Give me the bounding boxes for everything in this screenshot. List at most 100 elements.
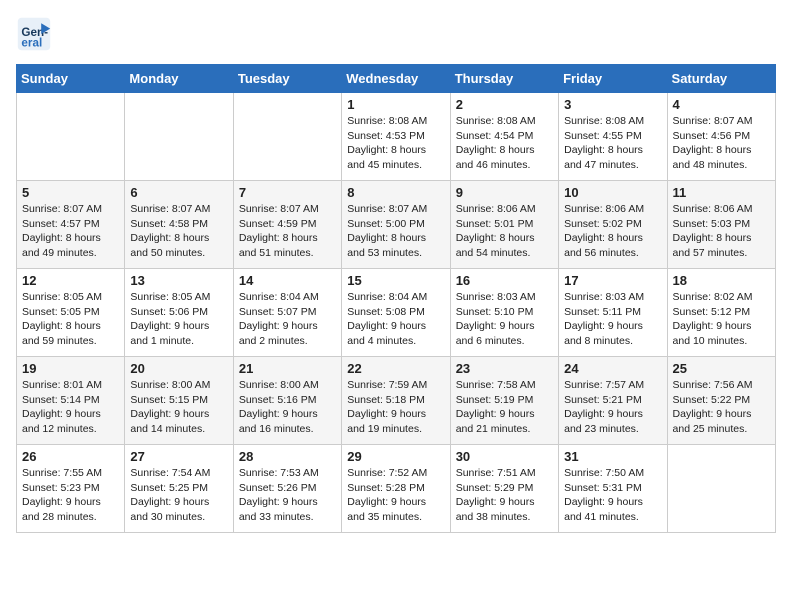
- day-info: Sunrise: 7:53 AM Sunset: 5:26 PM Dayligh…: [239, 466, 336, 525]
- day-info: Sunrise: 7:50 AM Sunset: 5:31 PM Dayligh…: [564, 466, 661, 525]
- calendar-cell: 26 Sunrise: 7:55 AM Sunset: 5:23 PM Dayli…: [17, 445, 125, 533]
- calendar-cell: 11 Sunrise: 8:06 AM Sunset: 5:03 PM Dayli…: [667, 181, 775, 269]
- day-info: Sunrise: 8:05 AM Sunset: 5:05 PM Dayligh…: [22, 290, 119, 349]
- calendar-cell: 27 Sunrise: 7:54 AM Sunset: 5:25 PM Dayli…: [125, 445, 233, 533]
- day-number: 21: [239, 361, 336, 376]
- weekday-header-row: SundayMondayTuesdayWednesdayThursdayFrid…: [17, 65, 776, 93]
- calendar-cell: 12 Sunrise: 8:05 AM Sunset: 5:05 PM Dayli…: [17, 269, 125, 357]
- calendar-cell: [233, 93, 341, 181]
- calendar-cell: 14Sunrise: 8:04 AM Sunset: 5:07 PM Dayli…: [233, 269, 341, 357]
- calendar-cell: 17 Sunrise: 8:03 AM Sunset: 5:11 PM Dayli…: [559, 269, 667, 357]
- day-info: Sunrise: 8:07 AM Sunset: 4:57 PM Dayligh…: [22, 202, 119, 261]
- calendar-cell: 19 Sunrise: 8:01 AM Sunset: 5:14 PM Dayli…: [17, 357, 125, 445]
- day-number: 27: [130, 449, 227, 464]
- day-number: 7: [239, 185, 336, 200]
- day-info: Sunrise: 8:04 AM Sunset: 5:07 PM Dayligh…: [239, 290, 336, 349]
- day-info: Sunrise: 8:08 AM Sunset: 4:54 PM Dayligh…: [456, 114, 553, 173]
- day-number: 17: [564, 273, 661, 288]
- calendar-cell: 18 Sunrise: 8:02 AM Sunset: 5:12 PM Dayli…: [667, 269, 775, 357]
- calendar-cell: 8 Sunrise: 8:07 AM Sunset: 5:00 PM Daylig…: [342, 181, 450, 269]
- day-number: 18: [673, 273, 770, 288]
- day-info: Sunrise: 8:07 AM Sunset: 5:00 PM Dayligh…: [347, 202, 444, 261]
- day-number: 9: [456, 185, 553, 200]
- day-info: Sunrise: 8:00 AM Sunset: 5:15 PM Dayligh…: [130, 378, 227, 437]
- day-number: 24: [564, 361, 661, 376]
- calendar-cell: 24 Sunrise: 7:57 AM Sunset: 5:21 PM Dayli…: [559, 357, 667, 445]
- day-number: 31: [564, 449, 661, 464]
- day-number: 29: [347, 449, 444, 464]
- day-info: Sunrise: 7:52 AM Sunset: 5:28 PM Dayligh…: [347, 466, 444, 525]
- calendar-cell: 23Sunrise: 7:58 AM Sunset: 5:19 PM Dayli…: [450, 357, 558, 445]
- calendar-cell: 7Sunrise: 8:07 AM Sunset: 4:59 PM Daylig…: [233, 181, 341, 269]
- week-row-5: 26 Sunrise: 7:55 AM Sunset: 5:23 PM Dayli…: [17, 445, 776, 533]
- week-row-1: 1 Sunrise: 8:08 AM Sunset: 4:53 PM Daylig…: [17, 93, 776, 181]
- day-info: Sunrise: 7:51 AM Sunset: 5:29 PM Dayligh…: [456, 466, 553, 525]
- logo-icon: Gen- eral: [16, 16, 52, 52]
- calendar-cell: 1 Sunrise: 8:08 AM Sunset: 4:53 PM Daylig…: [342, 93, 450, 181]
- day-info: Sunrise: 8:06 AM Sunset: 5:01 PM Dayligh…: [456, 202, 553, 261]
- calendar-cell: [125, 93, 233, 181]
- day-number: 1: [347, 97, 444, 112]
- calendar-cell: 15 Sunrise: 8:04 AM Sunset: 5:08 PM Dayli…: [342, 269, 450, 357]
- day-number: 20: [130, 361, 227, 376]
- weekday-header-monday: Monday: [125, 65, 233, 93]
- day-number: 4: [673, 97, 770, 112]
- day-number: 5: [22, 185, 119, 200]
- day-info: Sunrise: 8:06 AM Sunset: 5:03 PM Dayligh…: [673, 202, 770, 261]
- calendar-cell: 13 Sunrise: 8:05 AM Sunset: 5:06 PM Dayli…: [125, 269, 233, 357]
- calendar-cell: 3 Sunrise: 8:08 AM Sunset: 4:55 PM Daylig…: [559, 93, 667, 181]
- logo: Gen- eral: [16, 16, 56, 52]
- day-number: 10: [564, 185, 661, 200]
- day-info: Sunrise: 8:06 AM Sunset: 5:02 PM Dayligh…: [564, 202, 661, 261]
- weekday-header-sunday: Sunday: [17, 65, 125, 93]
- calendar-cell: [667, 445, 775, 533]
- calendar-cell: 28Sunrise: 7:53 AM Sunset: 5:26 PM Dayli…: [233, 445, 341, 533]
- day-number: 19: [22, 361, 119, 376]
- day-number: 26: [22, 449, 119, 464]
- day-info: Sunrise: 7:57 AM Sunset: 5:21 PM Dayligh…: [564, 378, 661, 437]
- calendar-cell: 4 Sunrise: 8:07 AM Sunset: 4:56 PM Daylig…: [667, 93, 775, 181]
- calendar-cell: 22 Sunrise: 7:59 AM Sunset: 5:18 PM Dayli…: [342, 357, 450, 445]
- calendar-table: SundayMondayTuesdayWednesdayThursdayFrid…: [16, 64, 776, 533]
- day-info: Sunrise: 8:01 AM Sunset: 5:14 PM Dayligh…: [22, 378, 119, 437]
- day-number: 22: [347, 361, 444, 376]
- day-info: Sunrise: 8:05 AM Sunset: 5:06 PM Dayligh…: [130, 290, 227, 349]
- day-number: 15: [347, 273, 444, 288]
- day-info: Sunrise: 8:07 AM Sunset: 4:56 PM Dayligh…: [673, 114, 770, 173]
- calendar-cell: 10 Sunrise: 8:06 AM Sunset: 5:02 PM Dayli…: [559, 181, 667, 269]
- day-number: 3: [564, 97, 661, 112]
- calendar-cell: 9 Sunrise: 8:06 AM Sunset: 5:01 PM Daylig…: [450, 181, 558, 269]
- day-number: 25: [673, 361, 770, 376]
- day-number: 11: [673, 185, 770, 200]
- day-info: Sunrise: 8:03 AM Sunset: 5:11 PM Dayligh…: [564, 290, 661, 349]
- calendar-cell: 30Sunrise: 7:51 AM Sunset: 5:29 PM Dayli…: [450, 445, 558, 533]
- calendar-cell: 2 Sunrise: 8:08 AM Sunset: 4:54 PM Daylig…: [450, 93, 558, 181]
- day-info: Sunrise: 8:08 AM Sunset: 4:55 PM Dayligh…: [564, 114, 661, 173]
- calendar-cell: 25Sunrise: 7:56 AM Sunset: 5:22 PM Dayli…: [667, 357, 775, 445]
- day-info: Sunrise: 7:55 AM Sunset: 5:23 PM Dayligh…: [22, 466, 119, 525]
- day-info: Sunrise: 8:02 AM Sunset: 5:12 PM Dayligh…: [673, 290, 770, 349]
- week-row-4: 19 Sunrise: 8:01 AM Sunset: 5:14 PM Dayli…: [17, 357, 776, 445]
- day-number: 12: [22, 273, 119, 288]
- svg-text:eral: eral: [21, 37, 42, 50]
- weekday-header-wednesday: Wednesday: [342, 65, 450, 93]
- day-info: Sunrise: 8:04 AM Sunset: 5:08 PM Dayligh…: [347, 290, 444, 349]
- calendar-cell: 31 Sunrise: 7:50 AM Sunset: 5:31 PM Dayli…: [559, 445, 667, 533]
- weekday-header-tuesday: Tuesday: [233, 65, 341, 93]
- day-info: Sunrise: 8:07 AM Sunset: 4:58 PM Dayligh…: [130, 202, 227, 261]
- weekday-header-saturday: Saturday: [667, 65, 775, 93]
- calendar-cell: 6 Sunrise: 8:07 AM Sunset: 4:58 PM Daylig…: [125, 181, 233, 269]
- day-number: 2: [456, 97, 553, 112]
- calendar-cell: 20 Sunrise: 8:00 AM Sunset: 5:15 PM Dayli…: [125, 357, 233, 445]
- day-info: Sunrise: 8:03 AM Sunset: 5:10 PM Dayligh…: [456, 290, 553, 349]
- day-number: 8: [347, 185, 444, 200]
- calendar-cell: 29 Sunrise: 7:52 AM Sunset: 5:28 PM Dayli…: [342, 445, 450, 533]
- day-info: Sunrise: 7:54 AM Sunset: 5:25 PM Dayligh…: [130, 466, 227, 525]
- day-info: Sunrise: 8:00 AM Sunset: 5:16 PM Dayligh…: [239, 378, 336, 437]
- day-number: 6: [130, 185, 227, 200]
- day-number: 23: [456, 361, 553, 376]
- day-info: Sunrise: 7:59 AM Sunset: 5:18 PM Dayligh…: [347, 378, 444, 437]
- day-number: 13: [130, 273, 227, 288]
- day-info: Sunrise: 8:08 AM Sunset: 4:53 PM Dayligh…: [347, 114, 444, 173]
- calendar-cell: 5 Sunrise: 8:07 AM Sunset: 4:57 PM Daylig…: [17, 181, 125, 269]
